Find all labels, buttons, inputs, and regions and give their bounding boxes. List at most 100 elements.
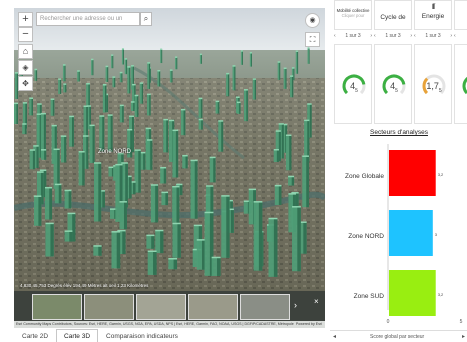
- building-tower: [64, 189, 72, 209]
- bar[interactable]: [389, 150, 436, 196]
- gauge-max: 5: [438, 87, 442, 94]
- powered-by-label: Powered by Esri: [295, 322, 322, 326]
- home-icon[interactable]: ⌂: [18, 44, 33, 59]
- building-tower: [232, 65, 236, 91]
- building-tower: [60, 135, 67, 163]
- building-tower: [119, 201, 127, 230]
- building-tower: [41, 149, 47, 160]
- building-tower: [63, 83, 67, 93]
- building-tower: [77, 70, 80, 82]
- slide-thumbnail[interactable]: [32, 294, 82, 320]
- building-tower: [131, 101, 135, 111]
- slides-gallery: › ×: [14, 291, 325, 321]
- indicator-card-mo[interactable]: Mo ‹: [454, 0, 467, 124]
- building-tower: [102, 84, 107, 113]
- building-tower: [64, 230, 73, 242]
- building-tower: [93, 245, 102, 256]
- building-tower: [249, 52, 252, 67]
- scroll-right-icon[interactable]: ▸: [462, 333, 465, 340]
- slide-thumbnail[interactable]: [136, 294, 186, 320]
- building-tower: [215, 100, 220, 114]
- map-attribution: Esri Community Maps Contributors, Source…: [14, 321, 325, 328]
- building-tower: [273, 148, 279, 162]
- building-tower: [155, 229, 164, 254]
- building-tower: [139, 82, 144, 104]
- tab-carte-2d[interactable]: Carte 2D: [14, 329, 56, 342]
- compass-icon[interactable]: ◈: [18, 60, 33, 75]
- building-tower: [146, 139, 153, 170]
- slide-thumbnail[interactable]: [240, 294, 290, 320]
- building-tower: [124, 58, 128, 75]
- prev-icon[interactable]: ‹: [414, 33, 416, 39]
- building-tower: [50, 98, 55, 116]
- building-tower: [295, 50, 299, 74]
- building-tower: [290, 75, 294, 98]
- coordinates-readout: 4,830,45,753 Degrés élév 194,49 Mètres a…: [20, 283, 149, 288]
- zoom-in-button[interactable]: +: [18, 12, 33, 27]
- tab-comparaison-indicateurs[interactable]: Comparaison indicateurs: [98, 329, 186, 342]
- building-tower: [78, 151, 85, 186]
- building-tower: [83, 105, 88, 138]
- building-tower: [150, 184, 159, 223]
- card-title: Mo: [455, 14, 467, 21]
- building-tower: [99, 115, 105, 152]
- building-tower: [221, 195, 230, 258]
- zoom-out-button[interactable]: −: [18, 27, 33, 42]
- building-tower: [89, 124, 95, 163]
- card-title: Energie: [421, 13, 445, 20]
- building-tower: [283, 67, 287, 89]
- building-tower: [302, 155, 309, 208]
- next-icon[interactable]: ›: [410, 33, 412, 39]
- building-tower: [147, 250, 157, 275]
- slide-thumbnail[interactable]: [188, 294, 238, 320]
- bar-value-label: 3,2: [438, 172, 444, 177]
- chevron-right-icon[interactable]: ›: [294, 300, 297, 310]
- building-tower: [268, 217, 278, 277]
- x-axis-label: Score global par secteur: [370, 334, 425, 340]
- building-tower: [190, 159, 198, 219]
- building-tower: [53, 148, 60, 189]
- building-tower: [45, 222, 54, 257]
- card-pager: 1 sur 3: [425, 33, 441, 39]
- building-tower: [29, 97, 33, 116]
- indicator-card-mobilite[interactable]: Mobilité collective Cliquer pour ‹ 1 sur 3…: [334, 0, 372, 124]
- building-tower: [146, 234, 155, 249]
- indicator-cards: Mobilité collective Cliquer pour ‹ 1 sur 3…: [334, 0, 467, 124]
- indicator-card-cycle[interactable]: Cycle de ‹ 1 sur 3 › 45: [374, 0, 412, 124]
- next-icon[interactable]: ›: [450, 33, 452, 39]
- building-tower: [69, 115, 74, 147]
- building-tower: [172, 185, 180, 223]
- building-tower: [288, 175, 295, 186]
- gauge-value: 1,7: [426, 81, 439, 91]
- locate-icon[interactable]: ✥: [18, 76, 33, 91]
- building-tower: [112, 76, 116, 88]
- building-tower: [134, 94, 139, 117]
- building-tower: [172, 222, 181, 258]
- building-tower: [198, 97, 203, 118]
- building-tower: [285, 134, 292, 171]
- building-tower: [91, 58, 94, 76]
- tab-carte-3d[interactable]: Carte 3D: [56, 329, 99, 342]
- building-tower: [252, 78, 256, 100]
- slide-thumbnail[interactable]: [84, 294, 134, 320]
- prev-icon[interactable]: ‹: [454, 33, 456, 39]
- bar[interactable]: [389, 270, 436, 316]
- building-tower: [147, 62, 151, 89]
- layers-toggle-icon[interactable]: ◉: [305, 13, 320, 28]
- map-3d-view[interactable]: Zone NORD + − Rechercher une adresse ou …: [14, 8, 325, 328]
- fullscreen-icon[interactable]: ⛶: [305, 32, 320, 47]
- next-icon[interactable]: ›: [370, 33, 372, 39]
- address-search-input[interactable]: Rechercher une adresse ou un: [36, 12, 140, 26]
- indicator-card-energie[interactable]: ſſſſ Energie ‹ 1 sur 3 › 1,75: [414, 0, 452, 124]
- prev-icon[interactable]: ‹: [334, 33, 336, 39]
- search-icon[interactable]: ⌕: [140, 12, 152, 26]
- prev-icon[interactable]: ‹: [374, 33, 376, 39]
- category-label: Zone NORD: [348, 233, 384, 240]
- building-tower: [209, 156, 216, 183]
- close-icon[interactable]: ×: [314, 297, 319, 306]
- gauge-max: 5: [395, 87, 398, 94]
- scroll-left-icon[interactable]: ◂: [333, 333, 336, 340]
- app-window: Zone NORD + − Rechercher une adresse ou …: [0, 0, 467, 342]
- building-tower: [119, 71, 123, 83]
- bar[interactable]: [389, 210, 433, 256]
